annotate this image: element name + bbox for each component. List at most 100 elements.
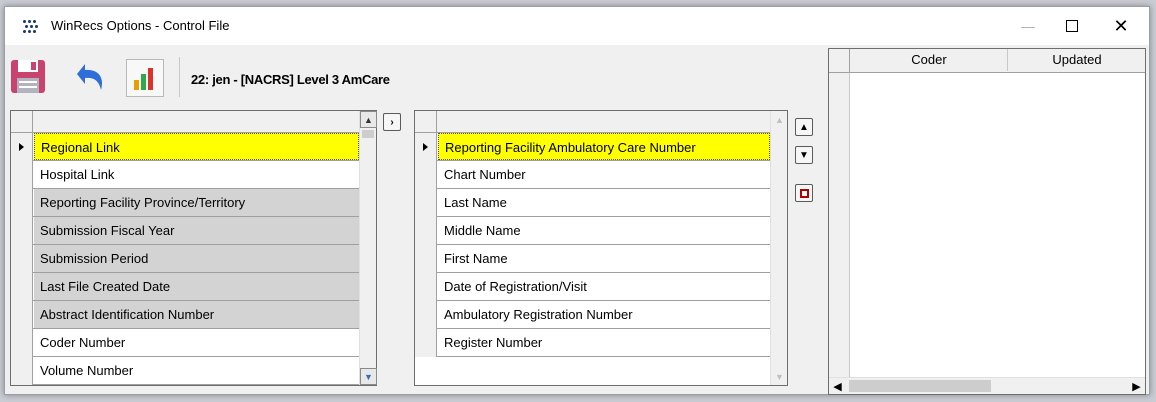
list-item[interactable]: Abstract Identification Number — [11, 301, 359, 329]
toolbar-separator — [179, 57, 180, 97]
move-down-button[interactable]: ▼ — [795, 146, 813, 164]
history-horizontal-scrollbar[interactable]: ◀ ▶ — [829, 377, 1145, 394]
list-item[interactable]: First Name — [415, 245, 770, 273]
row-selector[interactable] — [11, 245, 33, 273]
row-selector[interactable] — [11, 273, 33, 301]
title-bar: WinRecs Options - Control File — ✕ — [5, 7, 1149, 45]
row-selector[interactable] — [11, 189, 33, 217]
undo-button[interactable] — [69, 56, 109, 96]
report-button[interactable] — [126, 59, 164, 97]
column-header-updated[interactable]: Updated — [1008, 49, 1146, 71]
move-up-button[interactable]: ▲ — [795, 118, 813, 136]
row-selector[interactable] — [415, 161, 437, 189]
list-item[interactable]: Last Name — [415, 189, 770, 217]
grid-header — [415, 111, 787, 133]
record-label: 22: jen - [NACRS] Level 3 AmCare — [191, 72, 390, 87]
available-fields-grid: Regional Link Hospital Link Reporting Faci… — [10, 110, 377, 386]
move-right-button[interactable]: › — [383, 113, 401, 131]
list-item[interactable]: Volume Number — [11, 357, 359, 385]
field-name-cell[interactable]: Last Name — [438, 189, 770, 216]
field-name-cell[interactable]: Date of Registration/Visit — [438, 273, 770, 300]
row-selector[interactable] — [415, 245, 437, 273]
toolbar: 22: jen - [NACRS] Level 3 AmCare — [5, 45, 827, 109]
list-item[interactable]: Hospital Link — [11, 161, 359, 189]
list-item[interactable]: Reporting Facility Province/Territory — [11, 189, 359, 217]
floppy-disk-icon — [11, 60, 45, 93]
options-window: WinRecs Options - Control File — ✕ 22: j… — [4, 6, 1150, 395]
list-item[interactable]: Submission Fiscal Year — [11, 217, 359, 245]
selected-fields-grid: Reporting Facility Ambulatory Care Numbe… — [414, 110, 788, 386]
maximize-button[interactable] — [1050, 7, 1094, 45]
field-name-cell[interactable]: Hospital Link — [34, 161, 359, 188]
scroll-up-arrow-icon[interactable]: ▲ — [771, 111, 788, 128]
chevron-right-icon: › — [390, 116, 394, 128]
close-button[interactable]: ✕ — [1099, 7, 1143, 45]
list-item[interactable]: Middle Name — [415, 217, 770, 245]
scroll-left-arrow-icon[interactable]: ◀ — [829, 378, 846, 395]
list-item[interactable]: Coder Number — [11, 329, 359, 357]
grid-header — [11, 111, 376, 133]
minimize-button[interactable]: — — [1006, 7, 1050, 45]
row-selector-column — [829, 73, 850, 377]
selected-fields-scrollbar[interactable]: ▲ ▼ — [770, 111, 787, 385]
field-name-cell[interactable]: Last File Created Date — [34, 273, 359, 300]
field-name-cell[interactable]: Register Number — [438, 329, 770, 356]
list-item[interactable]: Date of Registration/Visit — [415, 273, 770, 301]
list-item[interactable]: Register Number — [415, 329, 770, 357]
winrecs-app-icon — [23, 20, 41, 33]
current-row-arrow-icon — [423, 143, 428, 151]
maximize-icon — [1066, 20, 1078, 32]
list-item[interactable]: Last File Created Date — [11, 273, 359, 301]
row-selector[interactable] — [415, 189, 437, 217]
field-name-cell[interactable]: Volume Number — [34, 357, 359, 384]
available-fields-scrollbar[interactable]: ▲ ▼ — [359, 111, 377, 385]
minimize-icon: — — [1021, 18, 1035, 34]
scrollbar-thumb[interactable] — [849, 380, 991, 392]
remove-field-button[interactable] — [795, 184, 813, 202]
scrollbar-thumb[interactable] — [362, 130, 374, 138]
current-row-arrow-icon — [19, 143, 24, 151]
row-selector[interactable] — [11, 357, 33, 385]
row-selector[interactable] — [11, 217, 33, 245]
row-selector[interactable] — [11, 329, 33, 357]
chevron-up-icon: ▲ — [799, 121, 809, 133]
stop-square-icon — [799, 188, 809, 198]
list-item[interactable]: Reporting Facility Ambulatory Care Numbe… — [415, 133, 770, 161]
list-item[interactable]: Submission Period — [11, 245, 359, 273]
row-selector[interactable] — [11, 161, 33, 189]
list-item[interactable]: Ambulatory Registration Number — [415, 301, 770, 329]
row-selector[interactable] — [415, 133, 437, 161]
save-button[interactable] — [9, 56, 49, 96]
scroll-right-arrow-icon[interactable]: ▶ — [1128, 378, 1145, 395]
bar-chart-icon — [134, 68, 153, 90]
row-selector[interactable] — [415, 217, 437, 245]
field-name-cell[interactable]: Reporting Facility Province/Territory — [34, 189, 359, 216]
close-icon: ✕ — [1113, 15, 1129, 36]
field-name-cell[interactable]: Reporting Facility Ambulatory Care Numbe… — [438, 133, 770, 160]
window-title: WinRecs Options - Control File — [51, 18, 230, 33]
scroll-down-arrow-icon[interactable]: ▼ — [771, 368, 788, 385]
row-selector[interactable] — [11, 133, 33, 161]
scroll-up-arrow-icon[interactable]: ▲ — [360, 111, 377, 128]
field-name-cell[interactable]: Chart Number — [438, 161, 770, 188]
field-name-cell[interactable]: Coder Number — [34, 329, 359, 356]
scroll-down-arrow-icon[interactable]: ▼ — [360, 368, 377, 385]
field-name-cell[interactable]: Submission Period — [34, 245, 359, 272]
column-header-coder[interactable]: Coder — [851, 49, 1008, 71]
row-selector[interactable] — [415, 273, 437, 301]
list-item[interactable]: Regional Link — [11, 133, 359, 161]
field-name-cell[interactable]: First Name — [438, 245, 770, 272]
row-selector[interactable] — [11, 301, 33, 329]
field-name-cell[interactable]: Abstract Identification Number — [34, 301, 359, 328]
field-name-cell[interactable]: Submission Fiscal Year — [34, 217, 359, 244]
undo-arrow-icon — [77, 64, 103, 90]
field-name-cell[interactable]: Regional Link — [34, 133, 359, 160]
field-name-cell[interactable]: Middle Name — [438, 217, 770, 244]
history-header: Coder Updated — [829, 49, 1145, 73]
chevron-down-icon: ▼ — [799, 149, 809, 161]
row-selector[interactable] — [415, 329, 437, 357]
list-item[interactable]: Chart Number — [415, 161, 770, 189]
field-name-cell[interactable]: Ambulatory Registration Number — [438, 301, 770, 328]
history-grid: Coder Updated ◀ ▶ — [828, 48, 1146, 395]
row-selector[interactable] — [415, 301, 437, 329]
